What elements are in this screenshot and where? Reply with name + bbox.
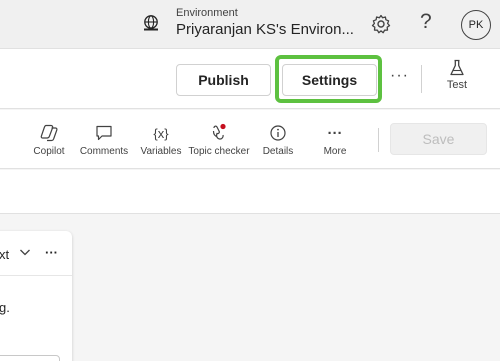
copilot-icon: [40, 124, 58, 142]
node-more-icon[interactable]: ···: [45, 245, 58, 260]
more-button[interactable]: ··· More: [318, 123, 352, 158]
test-label: Test: [446, 79, 468, 91]
help-icon[interactable]: ?: [420, 10, 432, 34]
node-type-label: xt: [0, 247, 10, 262]
topic-checker-button[interactable]: Topic checker: [186, 123, 252, 157]
comment-icon: [96, 125, 112, 141]
toolbar-label: Copilot: [33, 146, 65, 157]
more-options-icon[interactable]: ···: [390, 67, 409, 85]
environment-label: Environment: [176, 7, 238, 19]
toolbar-label: Comments: [79, 146, 129, 157]
gear-icon[interactable]: [370, 13, 392, 35]
test-button[interactable]: Test: [440, 59, 474, 91]
toolbar-label: Variables: [140, 146, 182, 157]
message-node-card[interactable]: xt ··· g.: [0, 231, 72, 361]
toolbar-label: Details: [262, 146, 294, 157]
variables-button[interactable]: {x} Variables: [140, 123, 182, 158]
variables-icon: {x}: [153, 125, 169, 141]
info-icon: [270, 125, 286, 141]
details-button[interactable]: Details: [261, 123, 295, 157]
copilot-button[interactable]: Copilot: [31, 123, 67, 157]
node-header: xt ···: [0, 231, 72, 276]
flask-icon: [450, 59, 464, 76]
comments-button[interactable]: Comments: [78, 123, 130, 157]
more-icon: ···: [327, 124, 343, 142]
divider: [421, 65, 422, 93]
settings-button[interactable]: Settings: [282, 64, 377, 96]
publish-button[interactable]: Publish: [176, 64, 271, 96]
avatar[interactable]: PK: [461, 10, 491, 40]
save-button[interactable]: Save: [390, 123, 487, 155]
node-input-field[interactable]: [0, 355, 60, 361]
divider: [378, 128, 379, 152]
chevron-down-icon[interactable]: [18, 245, 32, 259]
toolbar-label: Topic checker: [188, 146, 250, 157]
topic-toolbar: Copilot Comments {x} Variables Topic che…: [0, 110, 500, 169]
authoring-canvas[interactable]: xt ··· g.: [0, 214, 500, 361]
app-header: Environment Priyaranjan KS's Environ... …: [0, 0, 500, 48]
topic-checker-icon: [212, 123, 226, 140]
topic-subbar: [0, 170, 500, 214]
node-message-text[interactable]: g.: [0, 300, 10, 315]
command-bar: Publish Settings ··· Test: [0, 48, 500, 109]
environment-icon: [144, 15, 158, 31]
toolbar-label: More: [323, 146, 347, 157]
environment-selector[interactable]: Priyaranjan KS's Environ...: [176, 21, 354, 38]
